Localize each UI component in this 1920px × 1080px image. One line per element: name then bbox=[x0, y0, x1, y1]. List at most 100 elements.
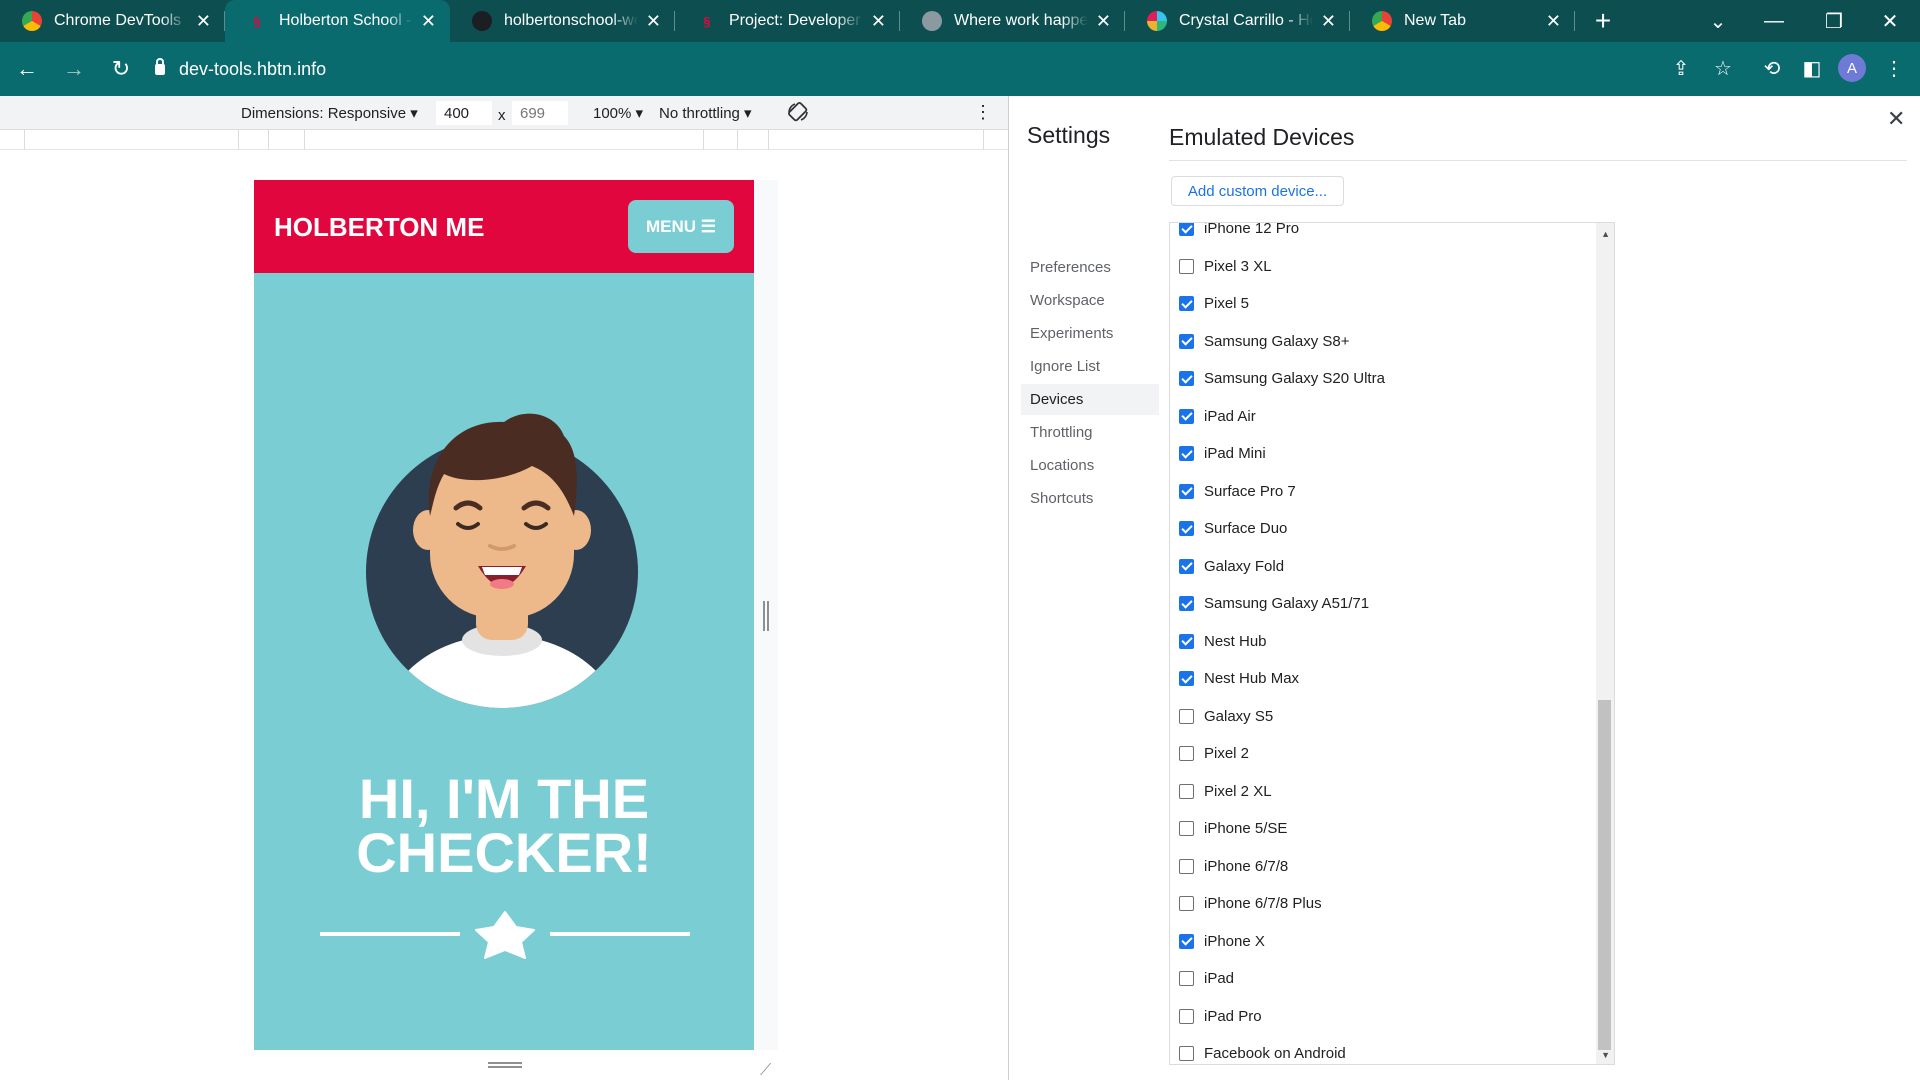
scrollbar-thumb[interactable] bbox=[1598, 700, 1611, 1050]
resize-handle-right[interactable] bbox=[763, 601, 769, 631]
device-list-item[interactable]: iPhone 6/7/8 bbox=[1170, 848, 1594, 886]
device-checkbox[interactable] bbox=[1179, 521, 1194, 537]
settings-nav-workspace[interactable]: Workspace bbox=[1021, 285, 1159, 316]
device-checkbox[interactable] bbox=[1179, 708, 1194, 724]
close-tab-icon[interactable]: ✕ bbox=[871, 11, 886, 32]
device-checkbox[interactable] bbox=[1179, 1008, 1194, 1024]
side-panel-icon[interactable]: ◧ bbox=[1792, 48, 1832, 88]
forward-button[interactable]: → bbox=[54, 49, 94, 89]
device-checkbox[interactable] bbox=[1179, 408, 1194, 424]
device-list-item[interactable]: Pixel 5 bbox=[1170, 285, 1594, 323]
device-list-item[interactable]: iPad Mini bbox=[1170, 435, 1594, 473]
device-checkbox[interactable] bbox=[1179, 1046, 1194, 1062]
settings-nav-experiments[interactable]: Experiments bbox=[1021, 318, 1159, 349]
browser-tab[interactable]: § Holberton School - D ✕ bbox=[225, 0, 450, 42]
device-checkbox[interactable] bbox=[1179, 671, 1194, 687]
close-window-button[interactable]: ✕ bbox=[1862, 0, 1918, 42]
device-list-item[interactable]: Pixel 2 bbox=[1170, 735, 1594, 773]
browser-tab[interactable]: Chrome DevTools - C ✕ bbox=[0, 0, 225, 42]
bookmark-star-icon[interactable]: ☆ bbox=[1703, 48, 1743, 88]
close-tab-icon[interactable]: ✕ bbox=[1546, 11, 1561, 32]
close-tab-icon[interactable]: ✕ bbox=[421, 11, 436, 32]
settings-nav-shortcuts[interactable]: Shortcuts bbox=[1021, 483, 1159, 514]
device-list-item[interactable]: Samsung Galaxy S20 Ultra bbox=[1170, 360, 1594, 398]
close-icon[interactable]: ✕ bbox=[1887, 106, 1905, 132]
device-checkbox[interactable] bbox=[1179, 333, 1194, 349]
device-list-item[interactable]: Pixel 2 XL bbox=[1170, 773, 1594, 811]
device-checkbox[interactable] bbox=[1179, 296, 1194, 312]
extensions-icon[interactable]: ⟲ bbox=[1752, 48, 1792, 88]
device-checkbox[interactable] bbox=[1179, 446, 1194, 462]
address-bar[interactable]: dev-tools.hbtn.info bbox=[155, 49, 326, 89]
device-checkbox[interactable] bbox=[1179, 783, 1194, 799]
device-list-item[interactable]: Surface Pro 7 bbox=[1170, 473, 1594, 511]
device-checkbox[interactable] bbox=[1179, 483, 1194, 499]
device-checkbox[interactable] bbox=[1179, 896, 1194, 912]
device-checkbox[interactable] bbox=[1179, 596, 1194, 612]
device-list-item[interactable]: iPhone 12 Pro bbox=[1170, 223, 1594, 248]
device-checkbox[interactable] bbox=[1179, 821, 1194, 837]
resize-corner-icon[interactable]: ⟋ bbox=[760, 1062, 771, 1080]
device-list-item[interactable]: Surface Duo bbox=[1170, 510, 1594, 548]
close-tab-icon[interactable]: ✕ bbox=[1096, 11, 1111, 32]
settings-nav-throttling[interactable]: Throttling bbox=[1021, 417, 1159, 448]
browser-tab[interactable]: New Tab ✕ bbox=[1350, 0, 1575, 42]
scroll-up-icon[interactable]: ▲ bbox=[1601, 229, 1610, 239]
settings-nav-devices[interactable]: Devices bbox=[1021, 384, 1159, 415]
device-checkbox[interactable] bbox=[1179, 223, 1194, 237]
settings-nav-locations[interactable]: Locations bbox=[1021, 450, 1159, 481]
scrollbar[interactable]: ▲ ▼ bbox=[1596, 223, 1614, 1064]
device-list-item[interactable]: iPad Pro bbox=[1170, 998, 1594, 1036]
device-list-item[interactable]: iPhone 5/SE bbox=[1170, 810, 1594, 848]
scroll-down-icon[interactable]: ▼ bbox=[1601, 1050, 1610, 1060]
device-list-item[interactable]: Facebook on Android bbox=[1170, 1035, 1594, 1064]
back-button[interactable]: ← bbox=[7, 49, 47, 89]
share-icon[interactable]: ⇪ bbox=[1661, 48, 1701, 88]
device-checkbox[interactable] bbox=[1179, 971, 1194, 987]
device-checkbox[interactable] bbox=[1179, 858, 1194, 874]
resize-handle-bottom[interactable] bbox=[488, 1062, 522, 1068]
browser-tab[interactable]: § Project: Developer to ✕ bbox=[675, 0, 900, 42]
reload-button[interactable]: ↻ bbox=[101, 49, 141, 89]
device-list-item[interactable]: Samsung Galaxy A51/71 bbox=[1170, 585, 1594, 623]
width-input[interactable] bbox=[436, 101, 492, 125]
browser-tab[interactable]: Where work happens ✕ bbox=[900, 0, 1125, 42]
device-list-item[interactable]: Galaxy S5 bbox=[1170, 698, 1594, 736]
device-checkbox[interactable] bbox=[1179, 371, 1194, 387]
add-custom-device-button[interactable]: Add custom device... bbox=[1171, 176, 1344, 206]
dimensions-dropdown[interactable]: Dimensions: Responsive ▾ bbox=[241, 104, 418, 122]
device-checkbox[interactable] bbox=[1179, 558, 1194, 574]
device-checkbox[interactable] bbox=[1179, 633, 1194, 649]
height-input[interactable] bbox=[512, 101, 568, 125]
device-list-item[interactable]: Nest Hub Max bbox=[1170, 660, 1594, 698]
device-list-item[interactable]: iPhone 6/7/8 Plus bbox=[1170, 885, 1594, 923]
rotate-icon[interactable] bbox=[786, 100, 810, 128]
device-list-item[interactable]: iPad bbox=[1170, 960, 1594, 998]
close-tab-icon[interactable]: ✕ bbox=[196, 11, 211, 32]
device-checkbox[interactable] bbox=[1179, 746, 1194, 762]
zoom-dropdown[interactable]: 100% ▾ bbox=[593, 104, 643, 122]
device-toolbar-more-icon[interactable]: ⋮ bbox=[974, 102, 992, 123]
device-list-item[interactable]: Samsung Galaxy S8+ bbox=[1170, 323, 1594, 361]
browser-tab[interactable]: Crystal Carrillo - Holb ✕ bbox=[1125, 0, 1350, 42]
throttling-dropdown[interactable]: No throttling ▾ bbox=[659, 104, 752, 122]
close-tab-icon[interactable]: ✕ bbox=[646, 11, 661, 32]
new-tab-button[interactable]: + bbox=[1585, 5, 1621, 37]
device-list-item[interactable]: iPhone X bbox=[1170, 923, 1594, 961]
site-logo[interactable]: HOLBERTON ME bbox=[274, 212, 484, 243]
close-tab-icon[interactable]: ✕ bbox=[1321, 11, 1336, 32]
device-checkbox[interactable] bbox=[1179, 933, 1194, 949]
device-list-item[interactable]: iPad Air bbox=[1170, 398, 1594, 436]
browser-tab[interactable]: holbertonschool-web ✕ bbox=[450, 0, 675, 42]
device-checkbox[interactable] bbox=[1179, 258, 1194, 274]
device-list-item[interactable]: Nest Hub bbox=[1170, 623, 1594, 661]
menu-button[interactable]: MENU ☰ bbox=[628, 200, 734, 253]
minimize-button[interactable]: — bbox=[1746, 0, 1802, 42]
profile-avatar[interactable]: A bbox=[1838, 54, 1866, 82]
device-list-item[interactable]: Galaxy Fold bbox=[1170, 548, 1594, 586]
settings-nav-ignore-list[interactable]: Ignore List bbox=[1021, 351, 1159, 382]
restore-button[interactable]: ❐ bbox=[1806, 0, 1862, 42]
tab-search-icon[interactable]: ⌄ bbox=[1690, 0, 1746, 42]
browser-menu-icon[interactable]: ⋮ bbox=[1874, 48, 1914, 88]
settings-nav-preferences[interactable]: Preferences bbox=[1021, 252, 1159, 283]
